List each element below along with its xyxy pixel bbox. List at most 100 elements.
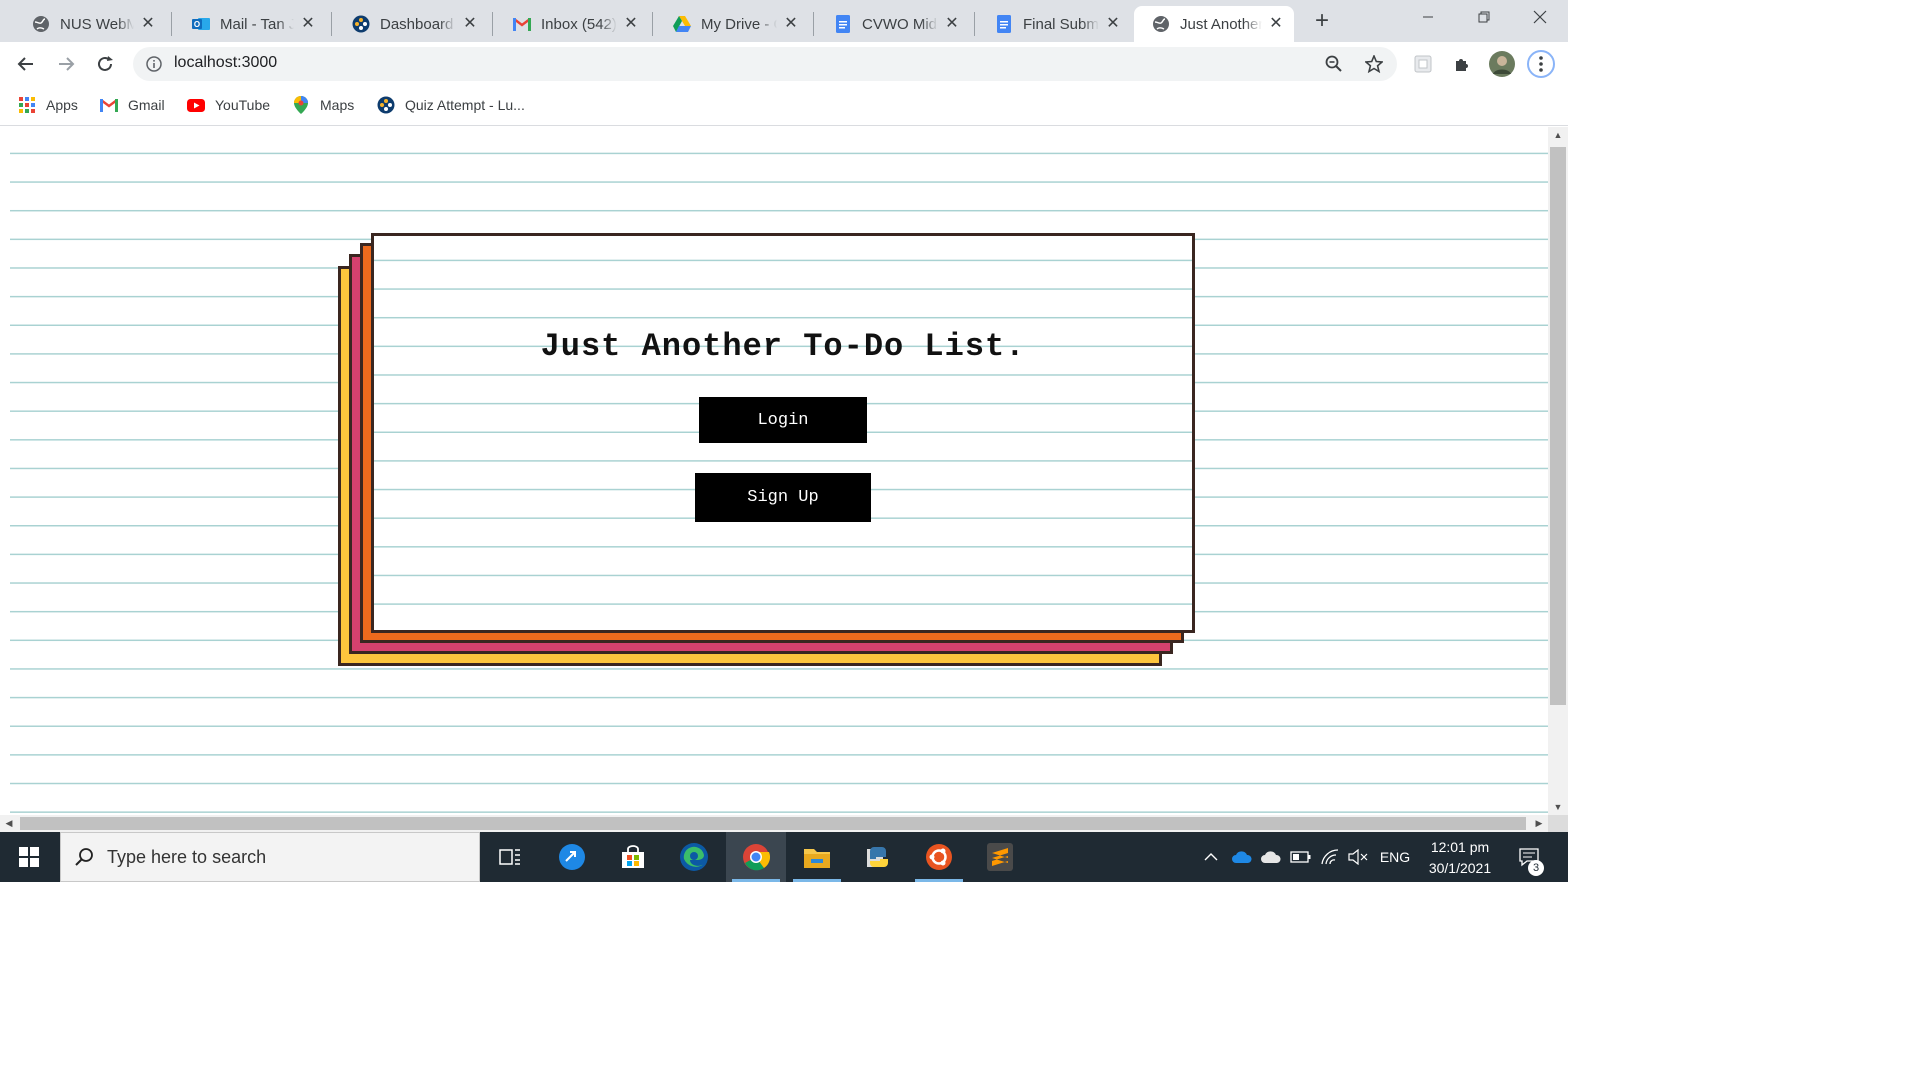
start-button[interactable]	[0, 832, 58, 882]
tab-divider	[974, 12, 975, 36]
tab-outlook-mail[interactable]: O Mail - Tan Jin ✕	[174, 6, 326, 42]
bookmark-youtube[interactable]: YouTube	[187, 94, 270, 116]
close-icon[interactable]: ✕	[300, 16, 316, 32]
sublime-text-icon[interactable]	[970, 832, 1030, 882]
tab-nus-webmail[interactable]: NUS WebMail ✕	[14, 6, 166, 42]
forward-button[interactable]	[50, 48, 82, 80]
scroll-up-arrow-icon[interactable]: ▲	[1548, 127, 1568, 143]
browser-toolbar: localhost:3000	[0, 42, 1568, 86]
reload-button[interactable]	[89, 48, 121, 80]
scrollbar-corner	[1548, 815, 1568, 832]
svg-text:O: O	[194, 20, 200, 29]
wifi-icon[interactable]	[1316, 832, 1344, 882]
horizontal-scroll-thumb[interactable]	[20, 817, 1526, 830]
drive-icon	[673, 15, 691, 33]
close-icon[interactable]: ✕	[462, 16, 478, 32]
tab-title: My Drive - Google Drive	[701, 15, 777, 33]
bookmark-label: YouTube	[215, 97, 271, 113]
horizontal-scrollbar[interactable]: ◀ ▶	[0, 815, 1548, 832]
tab-title: CVWO Mid-Assignment	[862, 15, 938, 33]
close-icon[interactable]: ✕	[140, 16, 156, 32]
bookmark-quiz-attempt[interactable]: Quiz Attempt - Lu...	[377, 94, 525, 116]
close-icon[interactable]: ✕	[1268, 16, 1284, 32]
scroll-down-arrow-icon[interactable]: ▼	[1548, 799, 1568, 815]
python-icon[interactable]	[848, 832, 908, 882]
login-button[interactable]: Login	[699, 397, 867, 443]
bookmark-maps[interactable]: Maps	[292, 94, 354, 116]
tab-final-submission[interactable]: Final Submission ✕	[977, 6, 1131, 42]
close-icon[interactable]: ✕	[1105, 16, 1121, 32]
tab-title: Mail - Tan Jin	[220, 15, 294, 33]
edge-browser-icon[interactable]	[664, 832, 724, 882]
input-language-indicator[interactable]: ENG	[1374, 832, 1416, 882]
close-icon[interactable]: ✕	[944, 16, 960, 32]
bookmark-label: Maps	[320, 97, 355, 113]
minimize-button[interactable]	[1400, 0, 1456, 34]
vertical-scroll-thumb[interactable]	[1550, 147, 1566, 705]
tab-divider	[813, 12, 814, 36]
luminus-icon	[377, 96, 395, 114]
tab-divider	[492, 12, 493, 36]
taskbar-search-box[interactable]: Type here to search	[60, 832, 480, 882]
vertical-scrollbar[interactable]: ▲ ▼	[1548, 127, 1568, 815]
landing-card: Just Another To-Do List. Login Sign Up	[371, 233, 1195, 633]
scroll-right-arrow-icon[interactable]: ▶	[1530, 815, 1548, 832]
tab-cvwo-doc[interactable]: CVWO Mid-Assignment ✕	[816, 6, 970, 42]
sync-app-icon[interactable]	[542, 832, 602, 882]
tab-dashboard[interactable]: Dashboard - LumiNUS ✕	[334, 6, 488, 42]
bookmark-star-icon[interactable]	[1363, 53, 1385, 75]
battery-icon[interactable]	[1287, 832, 1315, 882]
microsoft-store-icon[interactable]	[603, 832, 663, 882]
site-info-icon[interactable]	[143, 53, 165, 75]
signup-button[interactable]: Sign Up	[695, 473, 871, 522]
tab-divider	[171, 12, 172, 36]
system-clock[interactable]: 12:01 pm 30/1/2021	[1416, 837, 1504, 879]
tab-google-drive[interactable]: My Drive - Google Drive ✕	[655, 6, 809, 42]
address-bar[interactable]: localhost:3000	[133, 47, 1397, 81]
onedrive-personal-icon[interactable]	[1257, 832, 1285, 882]
page-title: Just Another To-Do List.	[540, 328, 1026, 365]
apps-grid-icon	[18, 96, 36, 114]
bookmark-apps[interactable]: Apps	[18, 94, 78, 116]
new-tab-button[interactable]: +	[1308, 8, 1336, 36]
running-indicator	[793, 879, 841, 882]
volume-muted-icon[interactable]	[1344, 832, 1372, 882]
restore-button[interactable]	[1456, 0, 1512, 34]
tab-gmail-inbox[interactable]: Inbox (542) - Gmail ✕	[495, 6, 649, 42]
chrome-browser-icon[interactable]	[726, 832, 786, 882]
docs-icon	[995, 15, 1013, 33]
close-icon[interactable]: ✕	[623, 16, 639, 32]
action-center-icon[interactable]: 3	[1512, 832, 1546, 882]
globe-icon	[1152, 15, 1170, 33]
extension-icon[interactable]	[1409, 50, 1437, 78]
close-window-button[interactable]	[1512, 0, 1568, 34]
gmail-icon	[100, 96, 118, 114]
youtube-icon	[187, 96, 205, 114]
luminus-icon	[352, 15, 370, 33]
clock-time: 12:01 pm	[1430, 839, 1490, 855]
clock-date: 30/1/2021	[1428, 860, 1492, 876]
bookmark-gmail[interactable]: Gmail	[100, 94, 165, 116]
scroll-left-arrow-icon[interactable]: ◀	[0, 815, 18, 832]
tab-title: Final Submission	[1023, 15, 1099, 33]
file-explorer-icon[interactable]	[787, 832, 847, 882]
url-text: localhost:3000	[174, 54, 278, 71]
gmail-icon	[513, 15, 531, 33]
page-viewport: Just Another To-Do List. Login Sign Up	[0, 127, 1548, 815]
bookmark-label: Quiz Attempt - Lu...	[405, 97, 525, 113]
extensions-puzzle-icon[interactable]	[1448, 50, 1476, 78]
ubuntu-icon[interactable]	[909, 832, 969, 882]
outlook-icon: O	[192, 15, 210, 33]
tab-title: Inbox (542) - Gmail	[541, 15, 617, 33]
menu-kebab-icon[interactable]	[1527, 50, 1555, 78]
tab-just-another-todo[interactable]: Just Another To-Do List ✕	[1134, 6, 1294, 42]
onedrive-icon[interactable]	[1228, 832, 1256, 882]
task-view-icon[interactable]	[480, 832, 540, 882]
zoom-icon[interactable]	[1323, 53, 1345, 75]
back-button[interactable]	[10, 48, 42, 80]
windows-taskbar: Type here to search ENG 12:01 pm 30/1/20…	[0, 832, 1568, 882]
close-icon[interactable]: ✕	[783, 16, 799, 32]
avatar[interactable]	[1488, 50, 1516, 78]
show-hidden-icons-chevron-icon[interactable]	[1198, 832, 1224, 882]
docs-icon	[834, 15, 852, 33]
